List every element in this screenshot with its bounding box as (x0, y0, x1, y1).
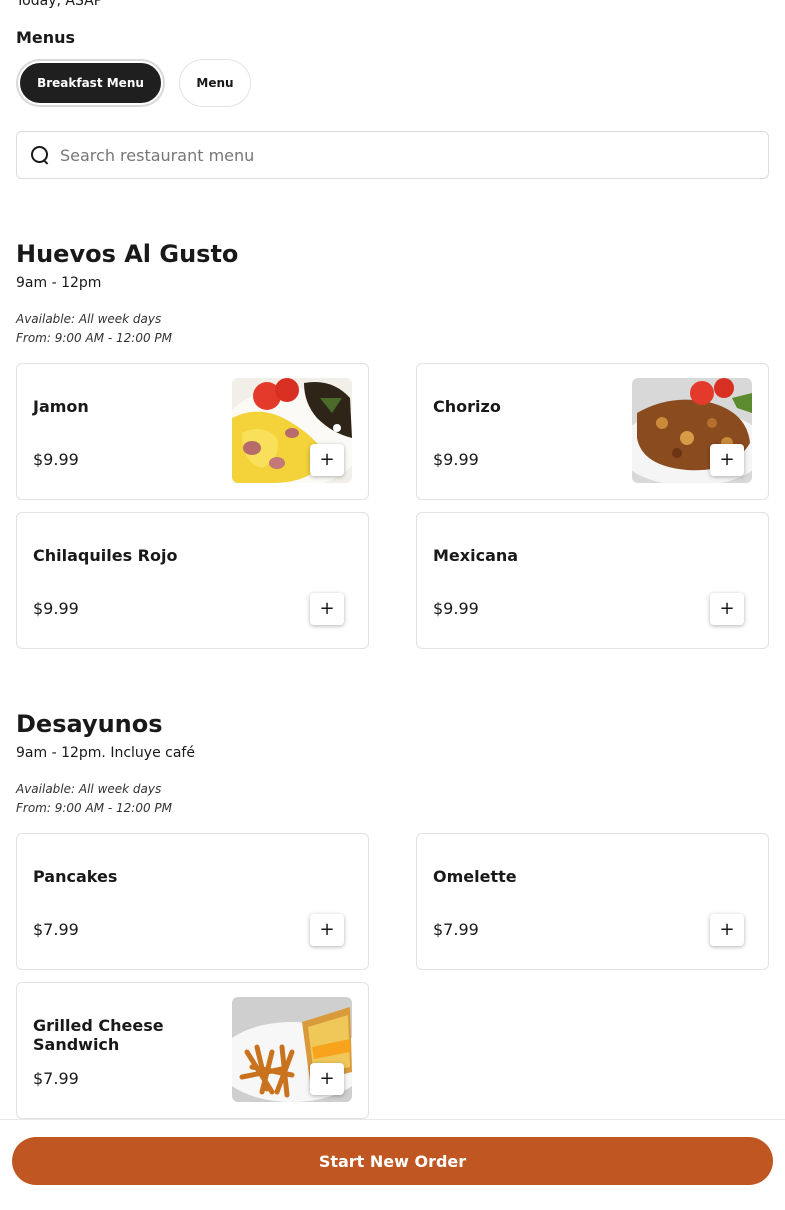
add-item-button[interactable]: + (310, 914, 344, 946)
availability-hours: From: 9:00 AM - 12:00 PM (16, 331, 172, 345)
item-name: Chilaquiles Rojo (33, 546, 178, 565)
menu-item-card[interactable]: Chilaquiles Rojo $9.99 + (16, 512, 369, 649)
menu-item-card[interactable]: Omelette $7.99 + (416, 833, 769, 970)
availability-days: Available: All week days (16, 782, 162, 796)
search-input[interactable] (60, 145, 720, 165)
add-item-button[interactable]: + (310, 593, 344, 625)
item-price: $7.99 (33, 1069, 79, 1088)
order-time: Today, ASAP (16, 0, 103, 9)
start-new-order-button[interactable]: Start New Order (12, 1137, 773, 1185)
menu-tabs: Breakfast Menu Menu (16, 59, 251, 107)
item-price: $7.99 (33, 920, 79, 939)
section-description: 9am - 12pm (16, 275, 102, 291)
item-price: $9.99 (33, 450, 79, 469)
tab-breakfast-menu[interactable]: Breakfast Menu (18, 61, 163, 105)
item-name: Pancakes (33, 867, 118, 886)
section-huevos-al-gusto: Huevos Al Gusto 9am - 12pm Available: Al… (16, 239, 769, 348)
item-price: $9.99 (433, 450, 479, 469)
section-description: 9am - 12pm. Incluye café (16, 745, 195, 761)
section-title: Huevos Al Gusto (16, 240, 239, 268)
menu-item-card[interactable]: Mexicana $9.99 + (416, 512, 769, 649)
item-price: $9.99 (433, 599, 479, 618)
bottom-bar: Start New Order (0, 1119, 785, 1210)
menu-item-card[interactable]: Grilled Cheese Sandwich $7.99 + (16, 982, 369, 1119)
tab-menu[interactable]: Menu (179, 59, 251, 107)
item-name: Omelette (433, 867, 517, 886)
add-item-button[interactable]: + (310, 444, 344, 476)
item-name: Chorizo (433, 397, 501, 416)
add-item-button[interactable]: + (710, 444, 744, 476)
search-bar[interactable] (16, 131, 769, 179)
item-price: $7.99 (433, 920, 479, 939)
add-item-button[interactable]: + (310, 1063, 344, 1095)
availability-days: Available: All week days (16, 312, 162, 326)
item-name: Jamon (33, 397, 89, 416)
section-desayunos: Desayunos 9am - 12pm. Incluye café Avail… (16, 709, 769, 818)
item-name: Grilled Cheese Sandwich (33, 1016, 164, 1054)
availability-hours: From: 9:00 AM - 12:00 PM (16, 801, 172, 815)
add-item-button[interactable]: + (710, 914, 744, 946)
menus-heading: Menus (16, 28, 76, 47)
add-item-button[interactable]: + (710, 593, 744, 625)
menu-item-card[interactable]: Chorizo $9.99 + (416, 363, 769, 500)
menu-item-card[interactable]: Pancakes $7.99 + (16, 833, 369, 970)
item-name: Mexicana (433, 546, 519, 565)
item-price: $9.99 (33, 599, 79, 618)
search-icon (30, 145, 50, 165)
section-title: Desayunos (16, 710, 163, 738)
menu-item-card[interactable]: Jamon $9.99 + (16, 363, 369, 500)
